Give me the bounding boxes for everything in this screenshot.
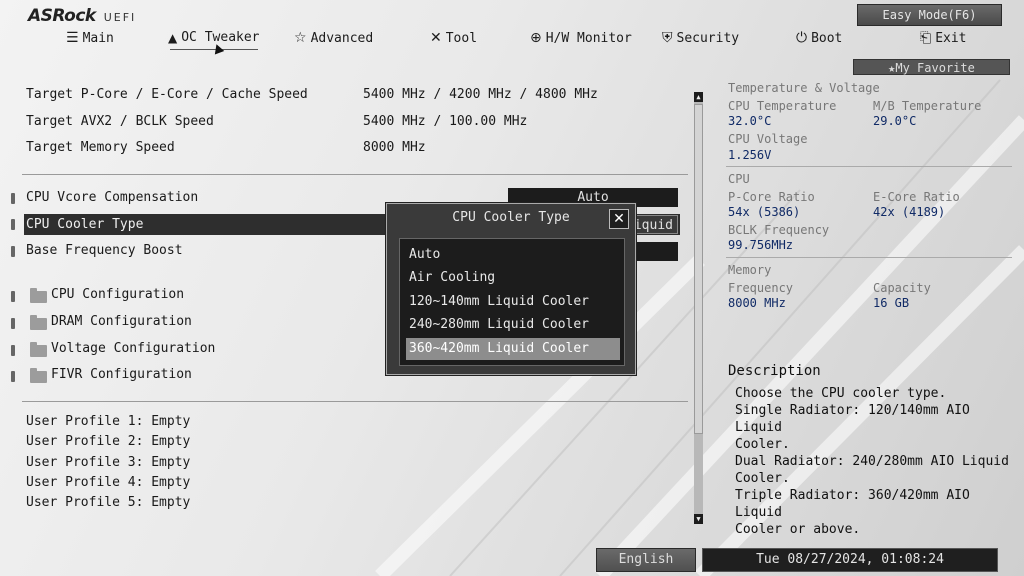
scroll-thumb[interactable] bbox=[694, 104, 703, 434]
bclk-frequency-value: 99.756MHz bbox=[728, 238, 794, 252]
monitor-icon: ⊕ bbox=[530, 30, 542, 46]
target-pcore-label: Target P-Core / E-Core / Cache Speed bbox=[26, 87, 308, 102]
option-air-cooling[interactable]: Air Cooling bbox=[406, 267, 620, 289]
tab-advanced-label: Advanced bbox=[310, 30, 374, 46]
folder-icon bbox=[30, 315, 47, 330]
option-auto[interactable]: Auto bbox=[406, 244, 620, 266]
tab-main-label: Main bbox=[82, 30, 114, 46]
shield-icon: ⛨ bbox=[662, 30, 673, 46]
target-memory-value: 8000 MHz bbox=[363, 140, 426, 155]
memory-frequency-value: 8000 MHz bbox=[728, 296, 786, 310]
main-nav: ☰ Main ▲ OC Tweaker ☆ Advanced ✕ Tool ⊕ H/W M… bbox=[0, 30, 1024, 52]
pcore-ratio-value: 54x (5386) bbox=[728, 205, 801, 219]
memory-header: Memory bbox=[728, 263, 772, 277]
tab-security-label: Security bbox=[676, 30, 740, 46]
wrench-icon: ✕ bbox=[430, 30, 442, 46]
logo-text: ASRock bbox=[28, 6, 96, 26]
user-profile-2[interactable]: User Profile 2: Empty bbox=[26, 434, 190, 449]
asrock-logo: ASRock UEFI bbox=[28, 6, 136, 26]
setting-vcore-compensation[interactable]: CPU Vcore Compensation bbox=[26, 190, 198, 205]
scroll-up-icon[interactable]: ▲ bbox=[694, 92, 703, 102]
option-360-420mm[interactable]: 360~420mm Liquid Cooler bbox=[406, 338, 620, 360]
cpu-temp-value: 32.0°C bbox=[728, 114, 772, 128]
tab-main[interactable]: ☰ Main bbox=[66, 30, 114, 46]
scroll-down-icon[interactable]: ▼ bbox=[694, 514, 703, 524]
scrollbar[interactable]: ▲ ▼ bbox=[694, 92, 703, 524]
tab-hw-monitor-label: H/W Monitor bbox=[545, 30, 632, 46]
star-icon: ☆ bbox=[294, 30, 307, 46]
info-divider bbox=[726, 166, 1012, 167]
tab-oc-tweaker[interactable]: ▲ OC Tweaker bbox=[168, 30, 260, 50]
submenu-voltage-configuration[interactable]: Voltage Configuration bbox=[51, 341, 215, 356]
folder-icon bbox=[30, 368, 47, 383]
rocket-icon: ▲ bbox=[168, 30, 178, 45]
divider bbox=[22, 401, 688, 402]
list-icon: ☰ bbox=[66, 30, 79, 46]
user-profile-5[interactable]: User Profile 5: Empty bbox=[26, 495, 190, 510]
popup-title: CPU Cooler Type bbox=[452, 210, 570, 225]
logo-uefi: UEFI bbox=[103, 11, 137, 24]
power-icon: ⏻ bbox=[796, 30, 808, 46]
submenu-bullet bbox=[11, 318, 15, 329]
user-profile-3[interactable]: User Profile 3: Empty bbox=[26, 455, 190, 470]
info-divider bbox=[726, 257, 1012, 258]
popup-options-list: Auto Air Cooling 120~140mm Liquid Cooler… bbox=[399, 238, 625, 366]
submenu-bullet bbox=[11, 345, 15, 356]
target-pcore-value: 5400 MHz / 4200 MHz / 4800 MHz bbox=[363, 87, 598, 102]
setting-bullet bbox=[11, 219, 15, 230]
submenu-dram-configuration[interactable]: DRAM Configuration bbox=[51, 314, 192, 329]
setting-bullet bbox=[11, 193, 15, 204]
memory-capacity-label: Capacity bbox=[873, 281, 931, 295]
submenu-bullet bbox=[11, 371, 15, 382]
my-favorite-button[interactable]: ★My Favorite bbox=[853, 59, 1010, 75]
pcore-ratio-label: P-Core Ratio bbox=[728, 190, 815, 204]
exit-icon: ⎗ bbox=[920, 30, 932, 46]
option-240-280mm[interactable]: 240~280mm Liquid Cooler bbox=[406, 314, 620, 336]
submenu-cpu-configuration[interactable]: CPU Configuration bbox=[51, 287, 184, 302]
submenu-fivr-configuration[interactable]: FIVR Configuration bbox=[51, 367, 192, 382]
temp-voltage-header: Temperature & Voltage bbox=[728, 81, 880, 95]
tab-tool-label: Tool bbox=[445, 30, 478, 46]
setting-cpu-cooler-type[interactable]: CPU Cooler Type bbox=[26, 217, 143, 232]
option-120-140mm[interactable]: 120~140mm Liquid Cooler bbox=[406, 291, 620, 313]
user-profile-4[interactable]: User Profile 4: Empty bbox=[26, 475, 190, 490]
tab-boot-label: Boot bbox=[811, 30, 843, 46]
memory-frequency-label: Frequency bbox=[728, 281, 794, 295]
tab-tool[interactable]: ✕ Tool bbox=[430, 30, 477, 46]
target-avx2-label: Target AVX2 / BCLK Speed bbox=[26, 114, 214, 129]
cpu-voltage-value: 1.256V bbox=[728, 148, 772, 162]
easy-mode-button[interactable]: Easy Mode(F6) bbox=[857, 4, 1002, 26]
bclk-frequency-label: BCLK Frequency bbox=[728, 223, 830, 237]
tab-hw-monitor[interactable]: ⊕ H/W Monitor bbox=[530, 30, 632, 46]
target-memory-label: Target Memory Speed bbox=[26, 140, 175, 155]
tab-exit-label: Exit bbox=[935, 30, 967, 46]
description-body: Choose the CPU cooler type. Single Radia… bbox=[735, 386, 1009, 537]
folder-icon bbox=[30, 342, 47, 357]
cpu-header: CPU bbox=[728, 172, 750, 186]
mb-temp-label: M/B Temperature bbox=[873, 99, 982, 113]
cpu-voltage-label: CPU Voltage bbox=[728, 132, 808, 146]
ecore-ratio-value: 42x (4189) bbox=[873, 205, 946, 219]
tab-exit[interactable]: ⎗ Exit bbox=[920, 30, 967, 46]
setting-bullet bbox=[11, 246, 15, 257]
my-favorite-label: My Favorite bbox=[895, 61, 975, 75]
tab-security[interactable]: ⛨ Security bbox=[662, 30, 739, 46]
tab-advanced[interactable]: ☆ Advanced bbox=[294, 30, 373, 46]
tab-boot[interactable]: ⏻ Boot bbox=[796, 30, 842, 46]
mb-temp-value: 29.0°C bbox=[873, 114, 917, 128]
cpu-cooler-type-popup: CPU Cooler Type ✕ Auto Air Cooling 120~1… bbox=[386, 203, 636, 375]
cpu-temp-label: CPU Temperature bbox=[728, 99, 837, 113]
submenu-bullet bbox=[11, 291, 15, 302]
ecore-ratio-label: E-Core Ratio bbox=[873, 190, 960, 204]
divider bbox=[22, 174, 688, 175]
target-avx2-value: 5400 MHz / 100.00 MHz bbox=[363, 114, 528, 129]
language-button[interactable]: English bbox=[596, 548, 696, 572]
setting-base-frequency-boost[interactable]: Base Frequency Boost bbox=[26, 243, 183, 258]
folder-icon bbox=[30, 288, 47, 303]
user-profile-1[interactable]: User Profile 1: Empty bbox=[26, 414, 190, 429]
memory-capacity-value: 16 GB bbox=[873, 296, 910, 310]
close-icon[interactable]: ✕ bbox=[609, 209, 629, 229]
description-title: Description bbox=[728, 363, 821, 379]
datetime-display: Tue 08/27/2024, 01:08:24 bbox=[702, 548, 998, 572]
